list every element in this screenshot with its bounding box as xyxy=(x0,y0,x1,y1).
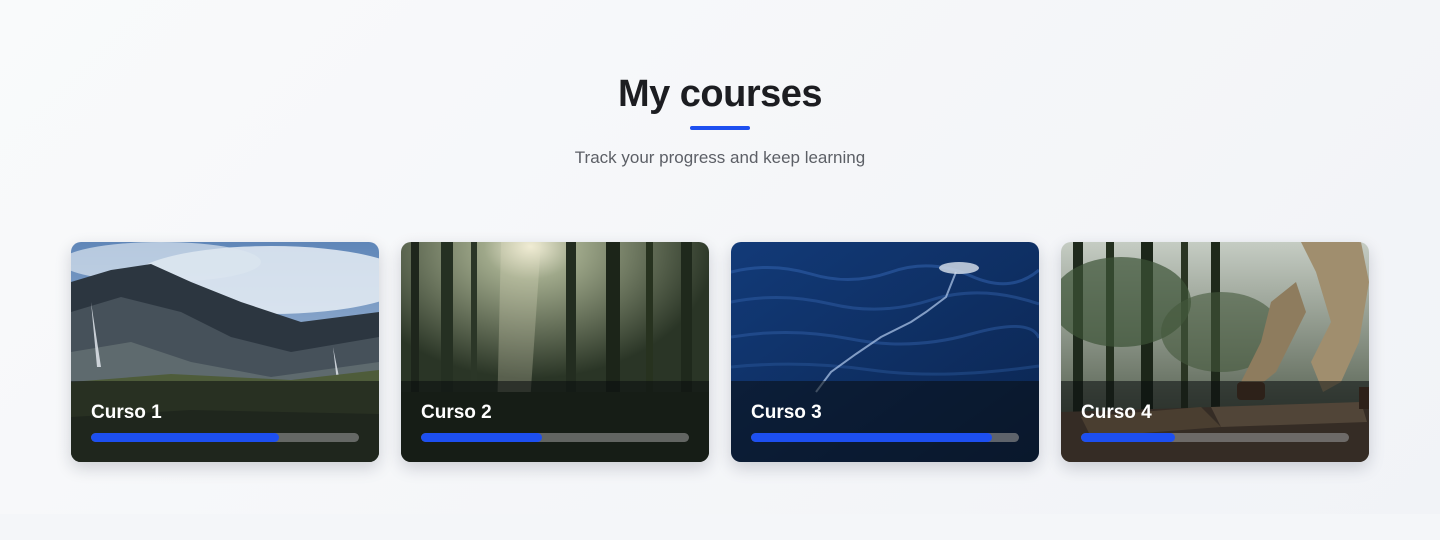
course-title: Curso 4 xyxy=(1081,402,1152,423)
course-card[interactable]: Curso 1 xyxy=(71,242,379,462)
progress-bar xyxy=(91,433,359,442)
progress-bar xyxy=(421,433,689,442)
progress-fill xyxy=(751,433,993,442)
course-card[interactable]: Curso 2 xyxy=(401,242,709,462)
page-title: My courses xyxy=(617,73,823,115)
course-title: Curso 1 xyxy=(91,402,162,423)
progress-bar xyxy=(751,433,1019,442)
title-underline xyxy=(690,126,750,130)
course-title: Curso 2 xyxy=(421,402,492,423)
page-subtitle: Track your progress and keep learning xyxy=(574,148,866,167)
course-grid: Curso 1 Curso 2 Curso 3 Curso 4 xyxy=(71,242,1369,462)
progress-fill xyxy=(421,433,542,442)
course-card[interactable]: Curso 4 xyxy=(1061,242,1369,462)
course-card[interactable]: Curso 3 xyxy=(731,242,1039,462)
progress-fill xyxy=(91,433,279,442)
courses-section: My courses Track your progress and keep … xyxy=(0,0,1440,514)
progress-bar xyxy=(1081,433,1349,442)
progress-fill xyxy=(1081,433,1175,442)
course-title: Curso 3 xyxy=(751,402,822,423)
